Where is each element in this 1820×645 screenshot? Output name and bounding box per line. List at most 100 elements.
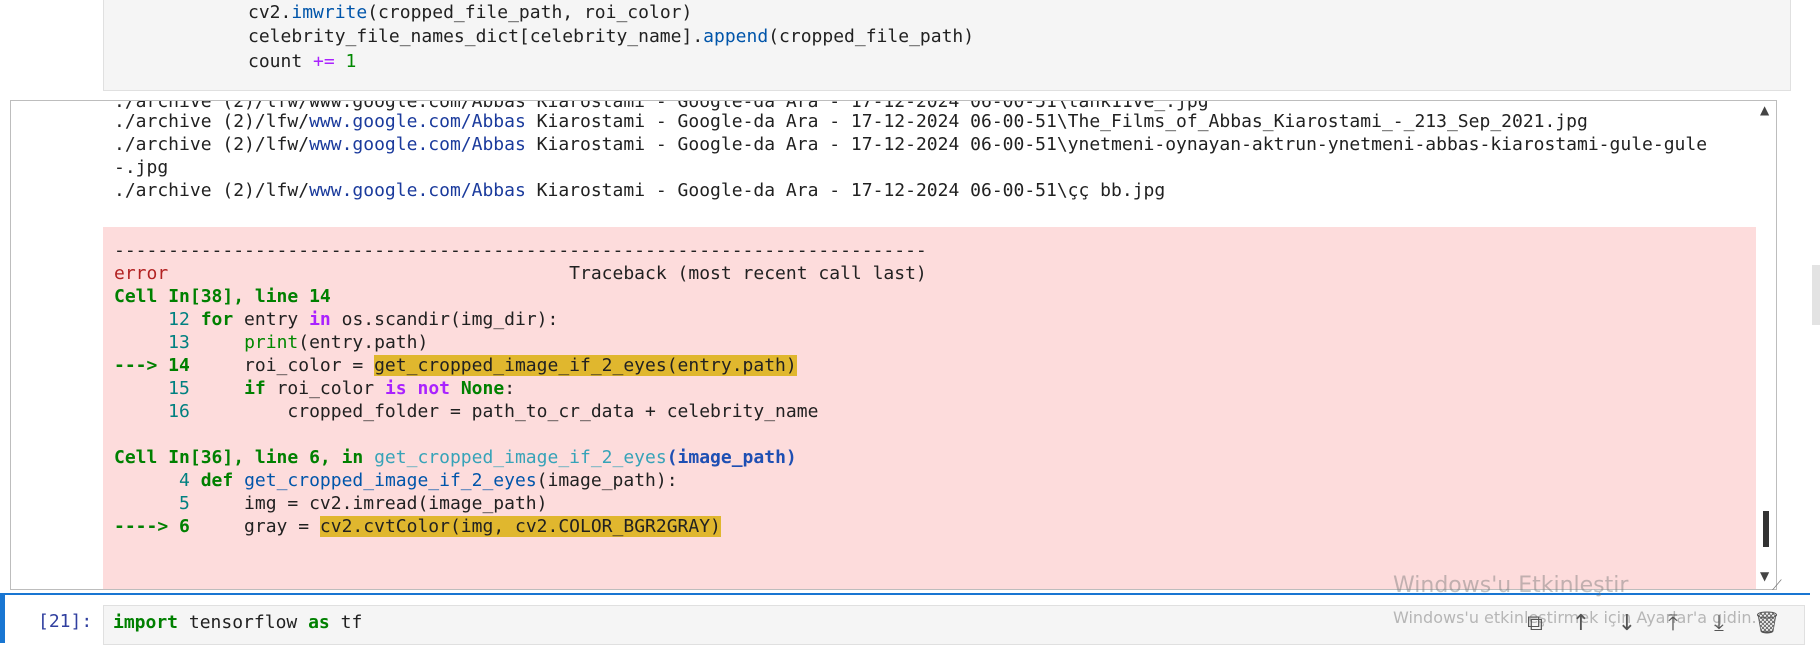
url-link[interactable]: www.google.com/Abbas	[309, 111, 526, 132]
code-text: cropped_folder = path_to_cr_data + celeb…	[200, 401, 819, 422]
code-text: tensorflow	[178, 612, 309, 633]
duplicate-icon[interactable]: ⧉	[1520, 608, 1550, 640]
stdout-line: ./archive (2)/lfw/www.google.com/Abbas K…	[114, 111, 1588, 132]
code-text: roi_color =	[200, 355, 375, 376]
code-text: :	[504, 378, 516, 399]
page-scrollbar[interactable]	[1812, 265, 1820, 325]
code-line: celebrity_file_names_dict[celebrity_name…	[248, 26, 974, 47]
code-number: 1	[334, 51, 357, 72]
code-text: count	[248, 51, 314, 72]
delete-icon[interactable]: 🗑	[1752, 608, 1782, 640]
function-name: get_cropped_image_if_2_eyes	[374, 447, 667, 468]
function-args: (image_path)	[666, 447, 797, 468]
keyword: in	[309, 309, 331, 330]
move-down-icon[interactable]: ↓	[1612, 608, 1642, 640]
code-line: cv2.imwrite(cropped_file_path, roi_color…	[248, 2, 692, 23]
traceback-line: 16 cropped_folder = path_to_cr_data + ce…	[114, 401, 818, 422]
path-text: ./archive (2)/lfw/	[114, 134, 310, 155]
code-text: gray =	[200, 516, 320, 537]
keyword: def	[200, 470, 234, 491]
stdout-line: ./archive (2)/lfw/www.google.com/Abbas K…	[114, 134, 1707, 155]
activation-watermark-title: Windows'u Etkinleştir	[1393, 573, 1629, 598]
current-line-marker: ---> 14	[114, 355, 201, 376]
url-link[interactable]: www.google.com/Abbas	[309, 180, 526, 201]
traceback-separator: ----------------------------------------…	[114, 240, 927, 261]
execution-count: [21]:	[38, 611, 93, 632]
keyword: as	[308, 612, 330, 633]
path-text: Kiarostami - Google-da Ara - 17-12-2024 …	[525, 111, 1588, 132]
url-link[interactable]: www.google.com/Abbas	[309, 134, 526, 155]
stdout-output: ./archive (2)/lfw/www.google.com/Abbas K…	[103, 101, 1776, 227]
keyword: for	[200, 309, 234, 330]
path-text: ./archive (2)/lfw/	[114, 111, 310, 132]
traceback-line: 5 img = cv2.imread(image_path)	[114, 493, 547, 514]
code-fn: imwrite	[291, 2, 368, 23]
code-operator: +=	[313, 51, 335, 72]
resize-grip-icon[interactable]: ⟋	[1772, 578, 1782, 594]
code-text: entry	[233, 309, 310, 330]
traceback-title: Traceback (most recent call last)	[168, 263, 927, 284]
line-number: 12	[114, 309, 201, 330]
traceback-line: 13 print(entry.path)	[114, 332, 428, 353]
cell-input-ref: In[38], line 14	[168, 286, 331, 307]
traceback-header: error Traceback (most recent call last)	[114, 263, 927, 284]
traceback-line: 15 if roi_color is not None:	[114, 378, 515, 399]
code-text: (cropped_file_path, roi_color)	[367, 2, 693, 23]
error-traceback: ----------------------------------------…	[103, 227, 1776, 589]
scroll-down-icon[interactable]: ▼	[1760, 569, 1769, 583]
path-text: ./archive (2)/lfw/	[114, 180, 310, 201]
scrollbar-thumb[interactable]	[1763, 511, 1769, 547]
code-fn: append	[703, 26, 769, 47]
code-text: os.scandir(img_dir):	[330, 309, 559, 330]
highlighted-call: get_cropped_image_if_2_eyes(entry.path)	[374, 355, 797, 376]
cell-input-ref: In[36], line 6, in	[168, 447, 375, 468]
function-name: get_cropped_image_if_2_eyes	[244, 470, 537, 491]
code-line: import tensorflow as tf	[113, 612, 362, 633]
current-line-marker: ----> 6	[114, 516, 201, 537]
highlighted-call: cv2.cvtColor(img, cv2.COLOR_BGR2GRAY)	[319, 516, 721, 537]
traceback-line: 12 for entry in os.scandir(img_dir):	[114, 309, 558, 330]
traceback-line: 4 def get_cropped_image_if_2_eyes(image_…	[114, 470, 678, 491]
keyword: if	[244, 378, 266, 399]
line-number: 16	[114, 401, 201, 422]
cell-label: Cell	[114, 447, 169, 468]
code-text: (image_path):	[536, 470, 678, 491]
insert-below-icon[interactable]: ⤓	[1704, 608, 1734, 640]
code-text: celebrity_file_names_dict[celebrity_name…	[248, 26, 704, 47]
code-line: count += 1	[248, 51, 356, 72]
keyword: import	[113, 612, 179, 633]
error-name: error	[114, 263, 169, 284]
traceback-line-current: ----> 6 gray = cv2.cvtColor(img, cv2.COL…	[114, 516, 721, 537]
keyword: None	[460, 378, 505, 399]
path-text: Kiarostami - Google-da Ara - 17-12-2024 …	[525, 180, 1166, 201]
output-scrollbar[interactable]: ▲ ▼	[1756, 101, 1776, 589]
path-text: Kiarostami - Google-da Ara - 17-12-2024 …	[525, 134, 1708, 155]
line-number: 4	[114, 470, 201, 491]
move-up-icon[interactable]: ↑	[1566, 608, 1596, 640]
code-text: cv2.	[248, 2, 292, 23]
builtin-fn: print	[244, 332, 299, 353]
line-number: 15	[114, 378, 201, 399]
code-text: (cropped_file_path)	[768, 26, 975, 47]
keyword: is not	[384, 378, 450, 399]
stdout-line: ./archive (2)/lfw/www.google.com/Abbas K…	[114, 180, 1165, 201]
traceback-cell-ref: Cell In[36], line 6, in get_cropped_imag…	[114, 447, 797, 468]
line-number: 13	[114, 332, 201, 353]
code-text: roi_color	[265, 378, 385, 399]
code-text: tf	[329, 612, 363, 633]
output-area[interactable]: ./archive (2)/lfw/www.google.com/Abbas K…	[10, 100, 1777, 590]
code-cell[interactable]: cv2.imwrite(cropped_file_path, roi_color…	[103, 0, 1791, 91]
active-cell-indicator	[0, 593, 5, 643]
code-text: (entry.path)	[298, 332, 429, 353]
line-number: 5	[114, 493, 201, 514]
scroll-up-icon[interactable]: ▲	[1760, 103, 1769, 117]
traceback-line-current: ---> 14 roi_color = get_cropped_image_if…	[114, 355, 797, 376]
code-text: img = cv2.imread(image_path)	[200, 493, 548, 514]
insert-above-icon[interactable]: ⤒	[1658, 608, 1688, 640]
stdout-line: -.jpg	[114, 157, 169, 178]
cell-label: Cell	[114, 286, 169, 307]
